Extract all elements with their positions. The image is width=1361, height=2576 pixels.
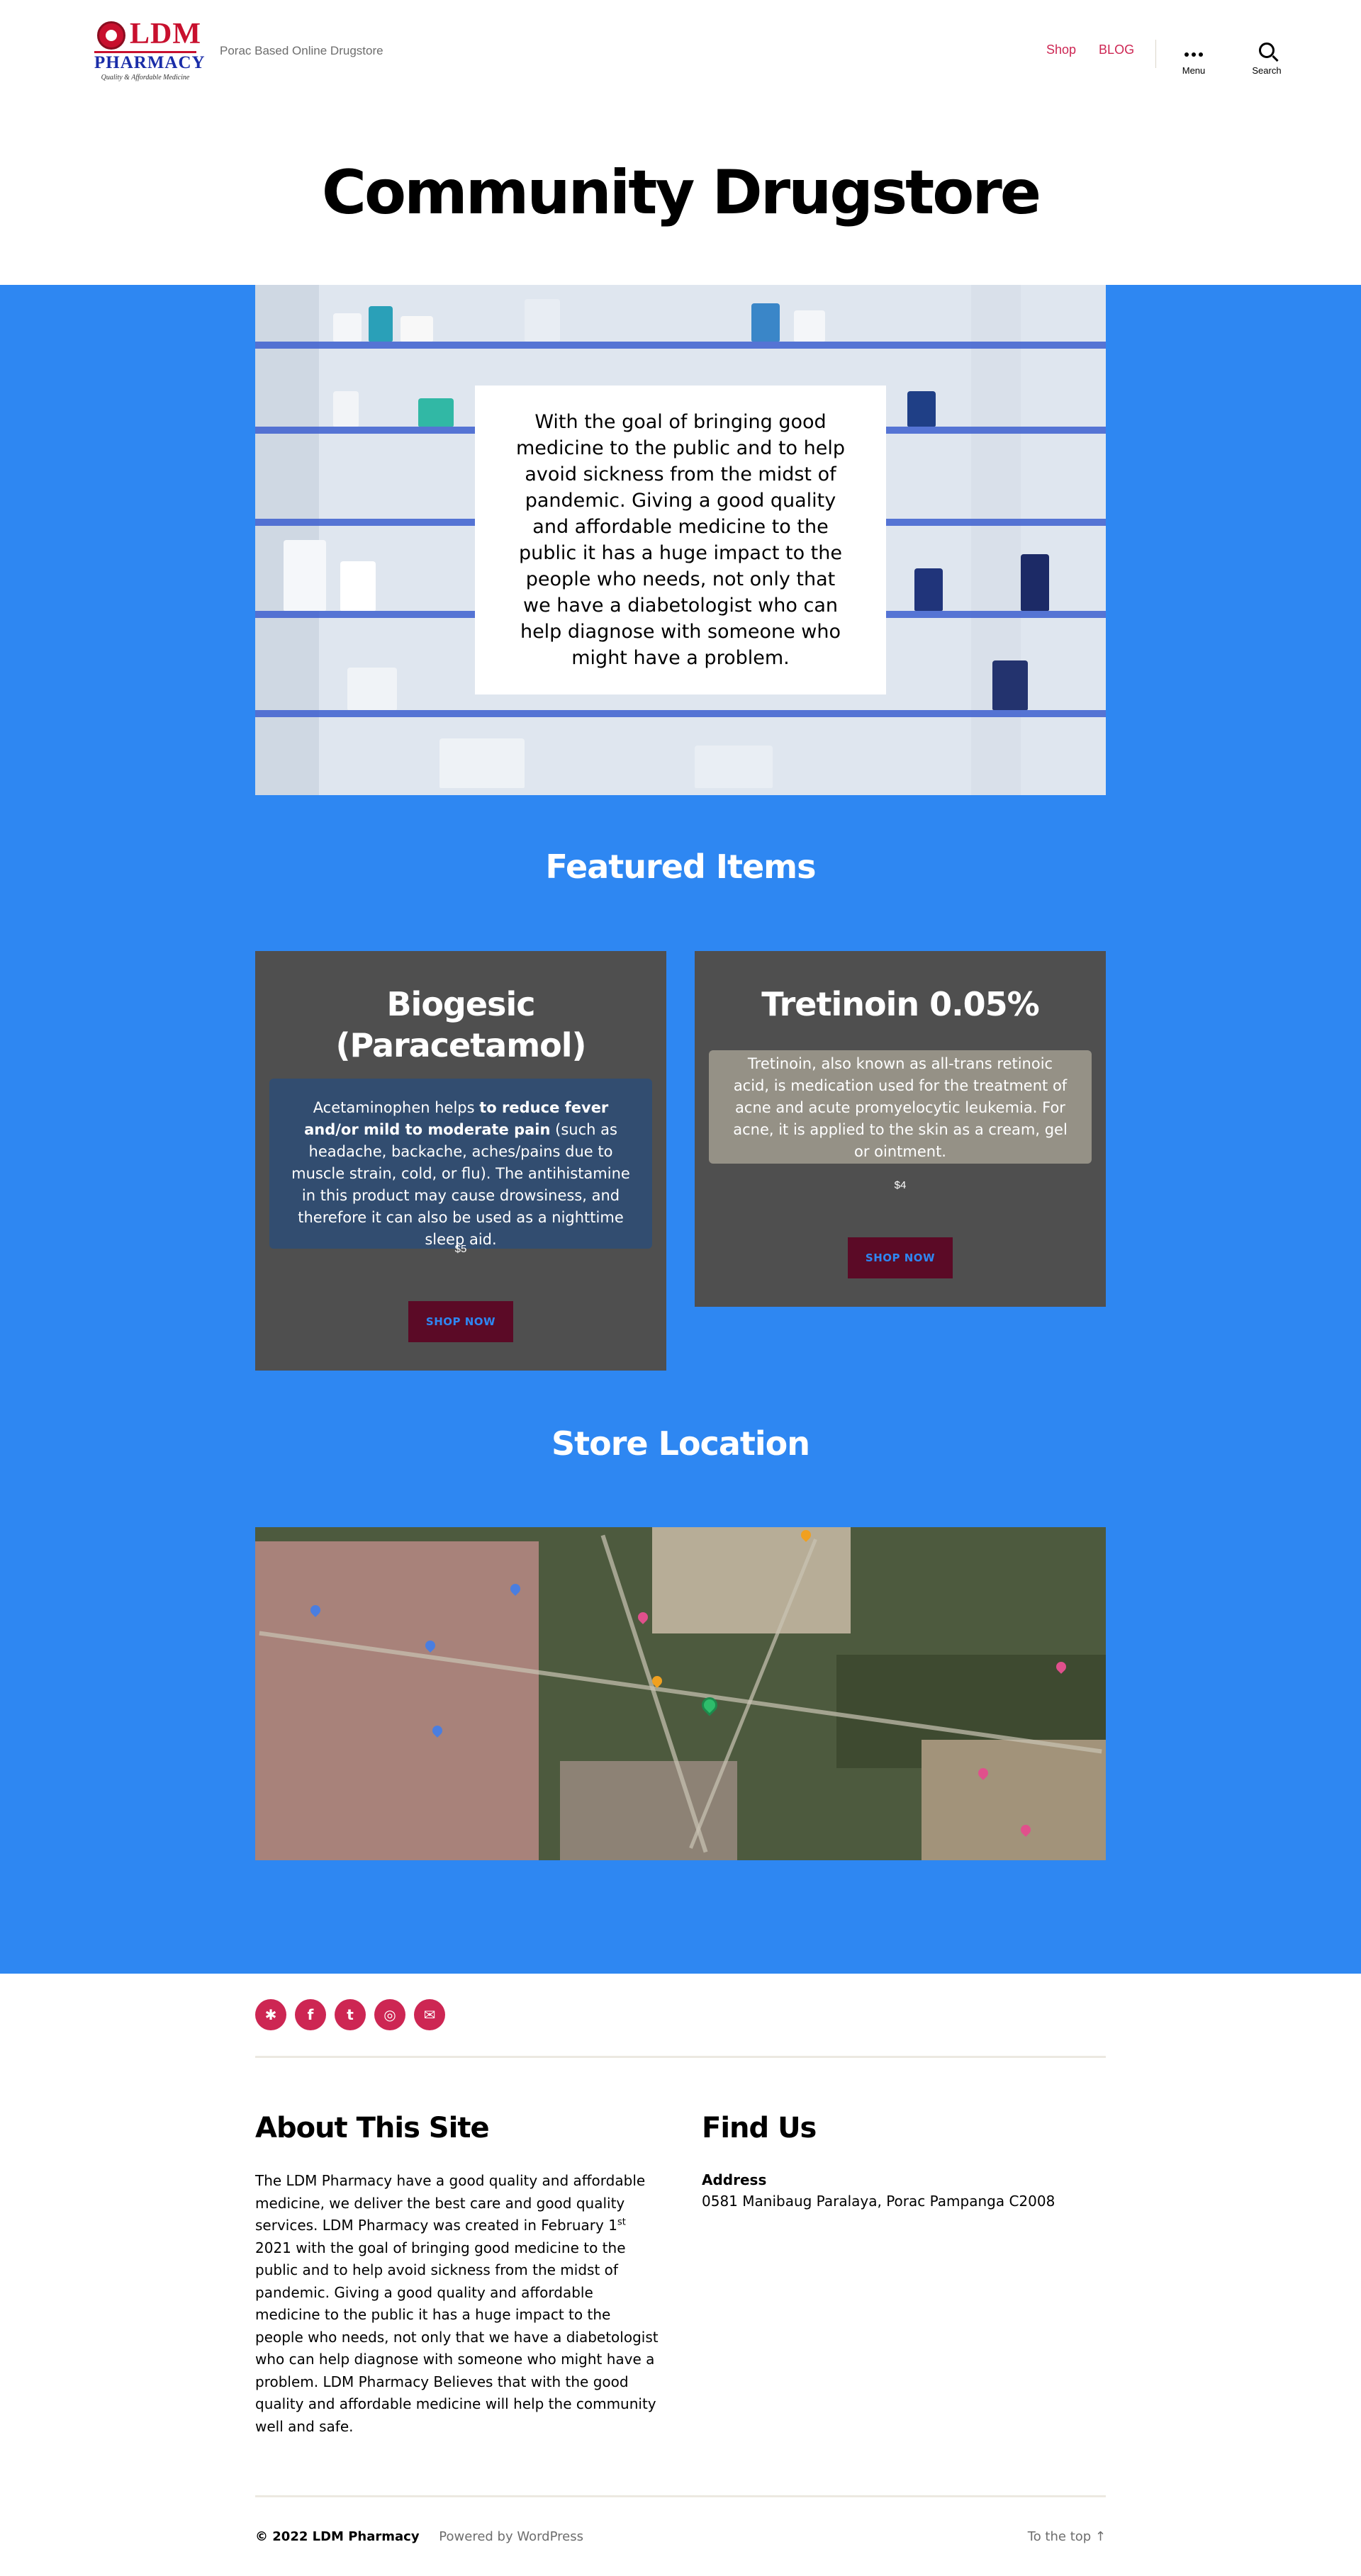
hero-text: With the goal of bringing good medicine … bbox=[515, 411, 846, 669]
product-card-tretinoin: Tretinoin 0.05% Tretinoin, also known as… bbox=[695, 951, 1106, 1307]
shelf bbox=[255, 342, 1106, 349]
bottle bbox=[794, 310, 825, 342]
map-urban-area bbox=[922, 1740, 1106, 1860]
search-label: Search bbox=[1252, 65, 1282, 76]
desc-text: (such as headache, backache, aches/pains… bbox=[291, 1121, 630, 1248]
footer-credits: © 2022 LDM Pharmacy Powered by WordPress bbox=[255, 2529, 583, 2544]
bottle bbox=[695, 746, 773, 788]
about-title: About This Site bbox=[255, 2112, 490, 2144]
menu-dots-icon bbox=[1165, 40, 1222, 61]
product-title: Tretinoin 0.05% bbox=[761, 985, 1039, 1023]
product-title-line: Biogesic bbox=[386, 985, 536, 1023]
featured-heading: Featured Items bbox=[545, 848, 817, 886]
to-the-top-link[interactable]: To the top ↑ bbox=[1028, 2529, 1106, 2544]
footer-divider bbox=[255, 2495, 1106, 2497]
site-description: Porac Based Online Drugstore bbox=[220, 44, 383, 57]
page-title: Community Drugstore bbox=[321, 157, 1041, 228]
bottle bbox=[401, 316, 433, 342]
nav-link-shop[interactable]: Shop bbox=[1046, 43, 1076, 57]
bottle bbox=[525, 299, 560, 342]
about-text-part: 2021 with the goal of bringing good medi… bbox=[255, 2239, 659, 2435]
bottle bbox=[1021, 554, 1049, 611]
product-description: Tretinoin, also known as all-trans retin… bbox=[733, 1055, 1068, 1160]
search-icon bbox=[1259, 43, 1275, 58]
mail-icon[interactable]: ✉ bbox=[414, 1999, 445, 2030]
bottle bbox=[914, 568, 943, 611]
map-residential-area bbox=[255, 1541, 539, 1860]
bottle bbox=[751, 303, 780, 342]
menu-label: Menu bbox=[1182, 65, 1206, 76]
bottle bbox=[340, 561, 376, 611]
bottle bbox=[369, 306, 393, 342]
nav-divider bbox=[1155, 40, 1156, 68]
store-map[interactable] bbox=[255, 1527, 1106, 1860]
bottle bbox=[907, 391, 936, 427]
product-title: Biogesic (Paracetamol) bbox=[255, 984, 666, 1066]
logo-name: LDM bbox=[130, 18, 201, 50]
search-icon-wrap bbox=[1238, 40, 1295, 61]
instagram-icon[interactable]: ◎ bbox=[374, 1999, 405, 2030]
bottle bbox=[347, 668, 397, 710]
map-clearing bbox=[652, 1527, 851, 1633]
logo-seal-icon bbox=[97, 21, 125, 50]
logo-tagline: Quality & Affordable Medicine bbox=[101, 74, 190, 81]
address-value: 0581 Manibaug Paralaya, Porac Pampanga C… bbox=[702, 2193, 1055, 2210]
bottle bbox=[439, 738, 525, 788]
map-urban-area bbox=[560, 1761, 737, 1860]
shelf-column bbox=[971, 285, 1021, 795]
site-logo[interactable]: LDM PHARMACY Quality & Affordable Medici… bbox=[89, 17, 206, 82]
bottle bbox=[992, 660, 1028, 710]
find-us-title: Find Us bbox=[702, 2112, 817, 2144]
primary-nav: Shop BLOG bbox=[1046, 43, 1134, 57]
bottle bbox=[333, 313, 362, 342]
product-price: $5 bbox=[454, 1243, 467, 1255]
shelf bbox=[255, 710, 1106, 717]
bottle bbox=[418, 398, 454, 427]
hero-image: With the goal of bringing good medicine … bbox=[255, 285, 1106, 795]
logo-sub: PHARMACY bbox=[94, 53, 206, 72]
shop-now-button[interactable]: SHOP NOW bbox=[848, 1237, 953, 1278]
bottle bbox=[333, 391, 359, 427]
facebook-icon[interactable]: f bbox=[295, 1999, 326, 2030]
social-links: ✱ f t ◎ ✉ bbox=[255, 1999, 445, 2030]
search-toggle-button[interactable]: Search bbox=[1238, 40, 1295, 76]
desc-text: Acetaminophen helps bbox=[313, 1099, 480, 1116]
menu-toggle-button[interactable]: Menu bbox=[1165, 40, 1222, 76]
about-text-part: The LDM Pharmacy have a good quality and… bbox=[255, 2172, 646, 2234]
yelp-icon[interactable]: ✱ bbox=[255, 1999, 286, 2030]
site-header: LDM PHARMACY Quality & Affordable Medici… bbox=[0, 0, 1361, 106]
shop-now-button[interactable]: SHOP NOW bbox=[408, 1301, 513, 1342]
about-text: The LDM Pharmacy have a good quality and… bbox=[255, 2170, 659, 2438]
map-pin-icon[interactable] bbox=[636, 1610, 650, 1624]
about-text-sup: st bbox=[617, 2217, 626, 2228]
product-title-line: (Paracetamol) bbox=[335, 1026, 586, 1064]
product-card-biogesic: Biogesic (Paracetamol) Acetaminophen hel… bbox=[255, 951, 666, 1371]
copyright-link[interactable]: © 2022 LDM Pharmacy bbox=[255, 2529, 420, 2544]
store-location-heading: Store Location bbox=[551, 1424, 810, 1463]
powered-by-link[interactable]: Powered by WordPress bbox=[439, 2529, 583, 2544]
bottle bbox=[284, 540, 326, 611]
hero-text-card: With the goal of bringing good medicine … bbox=[475, 386, 886, 694]
product-description: Acetaminophen helps to reduce fever and/… bbox=[289, 1097, 632, 1251]
footer-divider bbox=[255, 2056, 1106, 2058]
nav-link-blog[interactable]: BLOG bbox=[1099, 43, 1134, 57]
address-label: Address bbox=[702, 2171, 767, 2188]
product-price: $4 bbox=[894, 1179, 907, 1191]
twitter-icon[interactable]: t bbox=[335, 1999, 366, 2030]
